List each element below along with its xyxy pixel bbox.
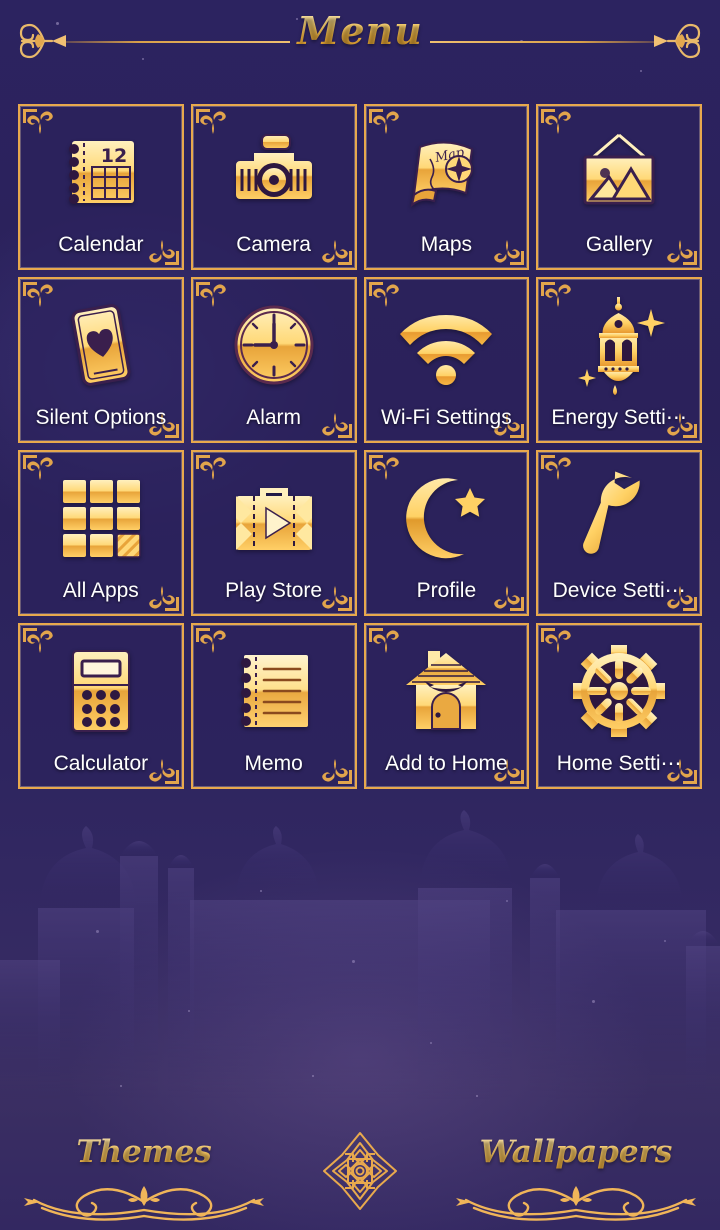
app-tile-all-apps[interactable]: All Apps: [18, 450, 184, 616]
gear-icon: [538, 639, 700, 743]
app-tile-label: Wi-Fi Settings: [381, 406, 512, 429]
crescent-star-icon: [366, 466, 528, 570]
wallpapers-label: Wallpapers: [446, 1134, 706, 1170]
calendar-icon: 12: [20, 120, 182, 224]
app-tile-calculator[interactable]: Calculator: [18, 623, 184, 789]
wrench-icon: [538, 466, 700, 570]
footer-bar: Themes Wallpapers: [0, 1120, 720, 1230]
app-tile-memo[interactable]: Memo: [190, 623, 357, 789]
scroll-flourish-icon: [456, 1186, 696, 1221]
svg-text:12: 12: [101, 145, 127, 167]
clock-icon: [193, 293, 355, 397]
page-title: Menu: [0, 8, 720, 53]
app-tile-label: Memo: [244, 752, 303, 775]
app-tile-label: Profile: [416, 579, 477, 602]
app-grid-row: Calculator Memo Add to Home Home Setti⋯: [18, 623, 702, 789]
app-tile-gallery[interactable]: Gallery: [536, 104, 702, 270]
app-tile-alarm[interactable]: Alarm: [190, 277, 357, 443]
app-tile-label: All Apps: [62, 579, 139, 602]
app-grid-row: Silent Options Alarm Wi-Fi Settings Ener…: [18, 277, 702, 443]
header: Menu: [0, 0, 720, 82]
app-tile-play-store[interactable]: Play Store: [190, 450, 357, 616]
app-tile-label: Maps: [420, 233, 473, 256]
arabesque-medallion-icon: [323, 1132, 397, 1210]
calculator-icon: [20, 639, 182, 743]
app-tile-label: Calculator: [53, 752, 149, 775]
app-tile-calendar[interactable]: 12 Calendar: [18, 104, 184, 270]
house-icon: [366, 639, 528, 743]
app-tile-label: Calendar: [58, 233, 144, 256]
app-tile-silent-options[interactable]: Silent Options: [18, 277, 184, 443]
themes-label: Themes: [14, 1134, 274, 1170]
suitcase-play-icon: [193, 466, 355, 570]
app-tile-label: Device Setti⋯: [552, 579, 686, 602]
phone-heart-icon: [20, 293, 182, 397]
app-tile-label: Add to Home: [385, 752, 508, 775]
app-tile-label: Gallery: [585, 233, 653, 256]
app-grid-row: All Apps Play Store Profile Device Setti…: [18, 450, 702, 616]
app-tile-label: Home Setti⋯: [556, 752, 682, 775]
app-grid: 12 Calendar Camera Map Maps Gallery Sile…: [18, 104, 702, 796]
map-scroll-icon: Map: [366, 120, 528, 224]
app-grid-row: 12 Calendar Camera Map Maps Gallery: [18, 104, 702, 270]
scroll-flourish-icon: [24, 1186, 264, 1221]
wifi-icon: [366, 293, 528, 397]
app-tile-profile[interactable]: Profile: [363, 450, 530, 616]
themes-button[interactable]: Themes: [14, 1124, 274, 1224]
picture-frame-icon: [538, 120, 700, 224]
camera-icon: [193, 120, 355, 224]
grid-apps-icon: [20, 466, 182, 570]
app-tile-maps[interactable]: Map Maps: [363, 104, 530, 270]
app-tile-label: Energy Setti⋯: [551, 406, 687, 429]
app-tile-label: Play Store: [225, 579, 323, 602]
app-tile-device-settings[interactable]: Device Setti⋯: [536, 450, 702, 616]
app-tile-energy-settings[interactable]: Energy Setti⋯: [536, 277, 702, 443]
app-tile-label: Alarm: [246, 406, 302, 429]
app-tile-wifi-settings[interactable]: Wi-Fi Settings: [363, 277, 530, 443]
app-tile-add-to-home[interactable]: Add to Home: [363, 623, 530, 789]
notepad-icon: [193, 639, 355, 743]
app-tile-home-settings[interactable]: Home Setti⋯: [536, 623, 702, 789]
app-tile-label: Silent Options: [35, 406, 167, 429]
lantern-icon: [538, 293, 700, 397]
app-tile-camera[interactable]: Camera: [190, 104, 357, 270]
app-tile-label: Camera: [236, 233, 311, 256]
wallpapers-button[interactable]: Wallpapers: [446, 1124, 706, 1224]
